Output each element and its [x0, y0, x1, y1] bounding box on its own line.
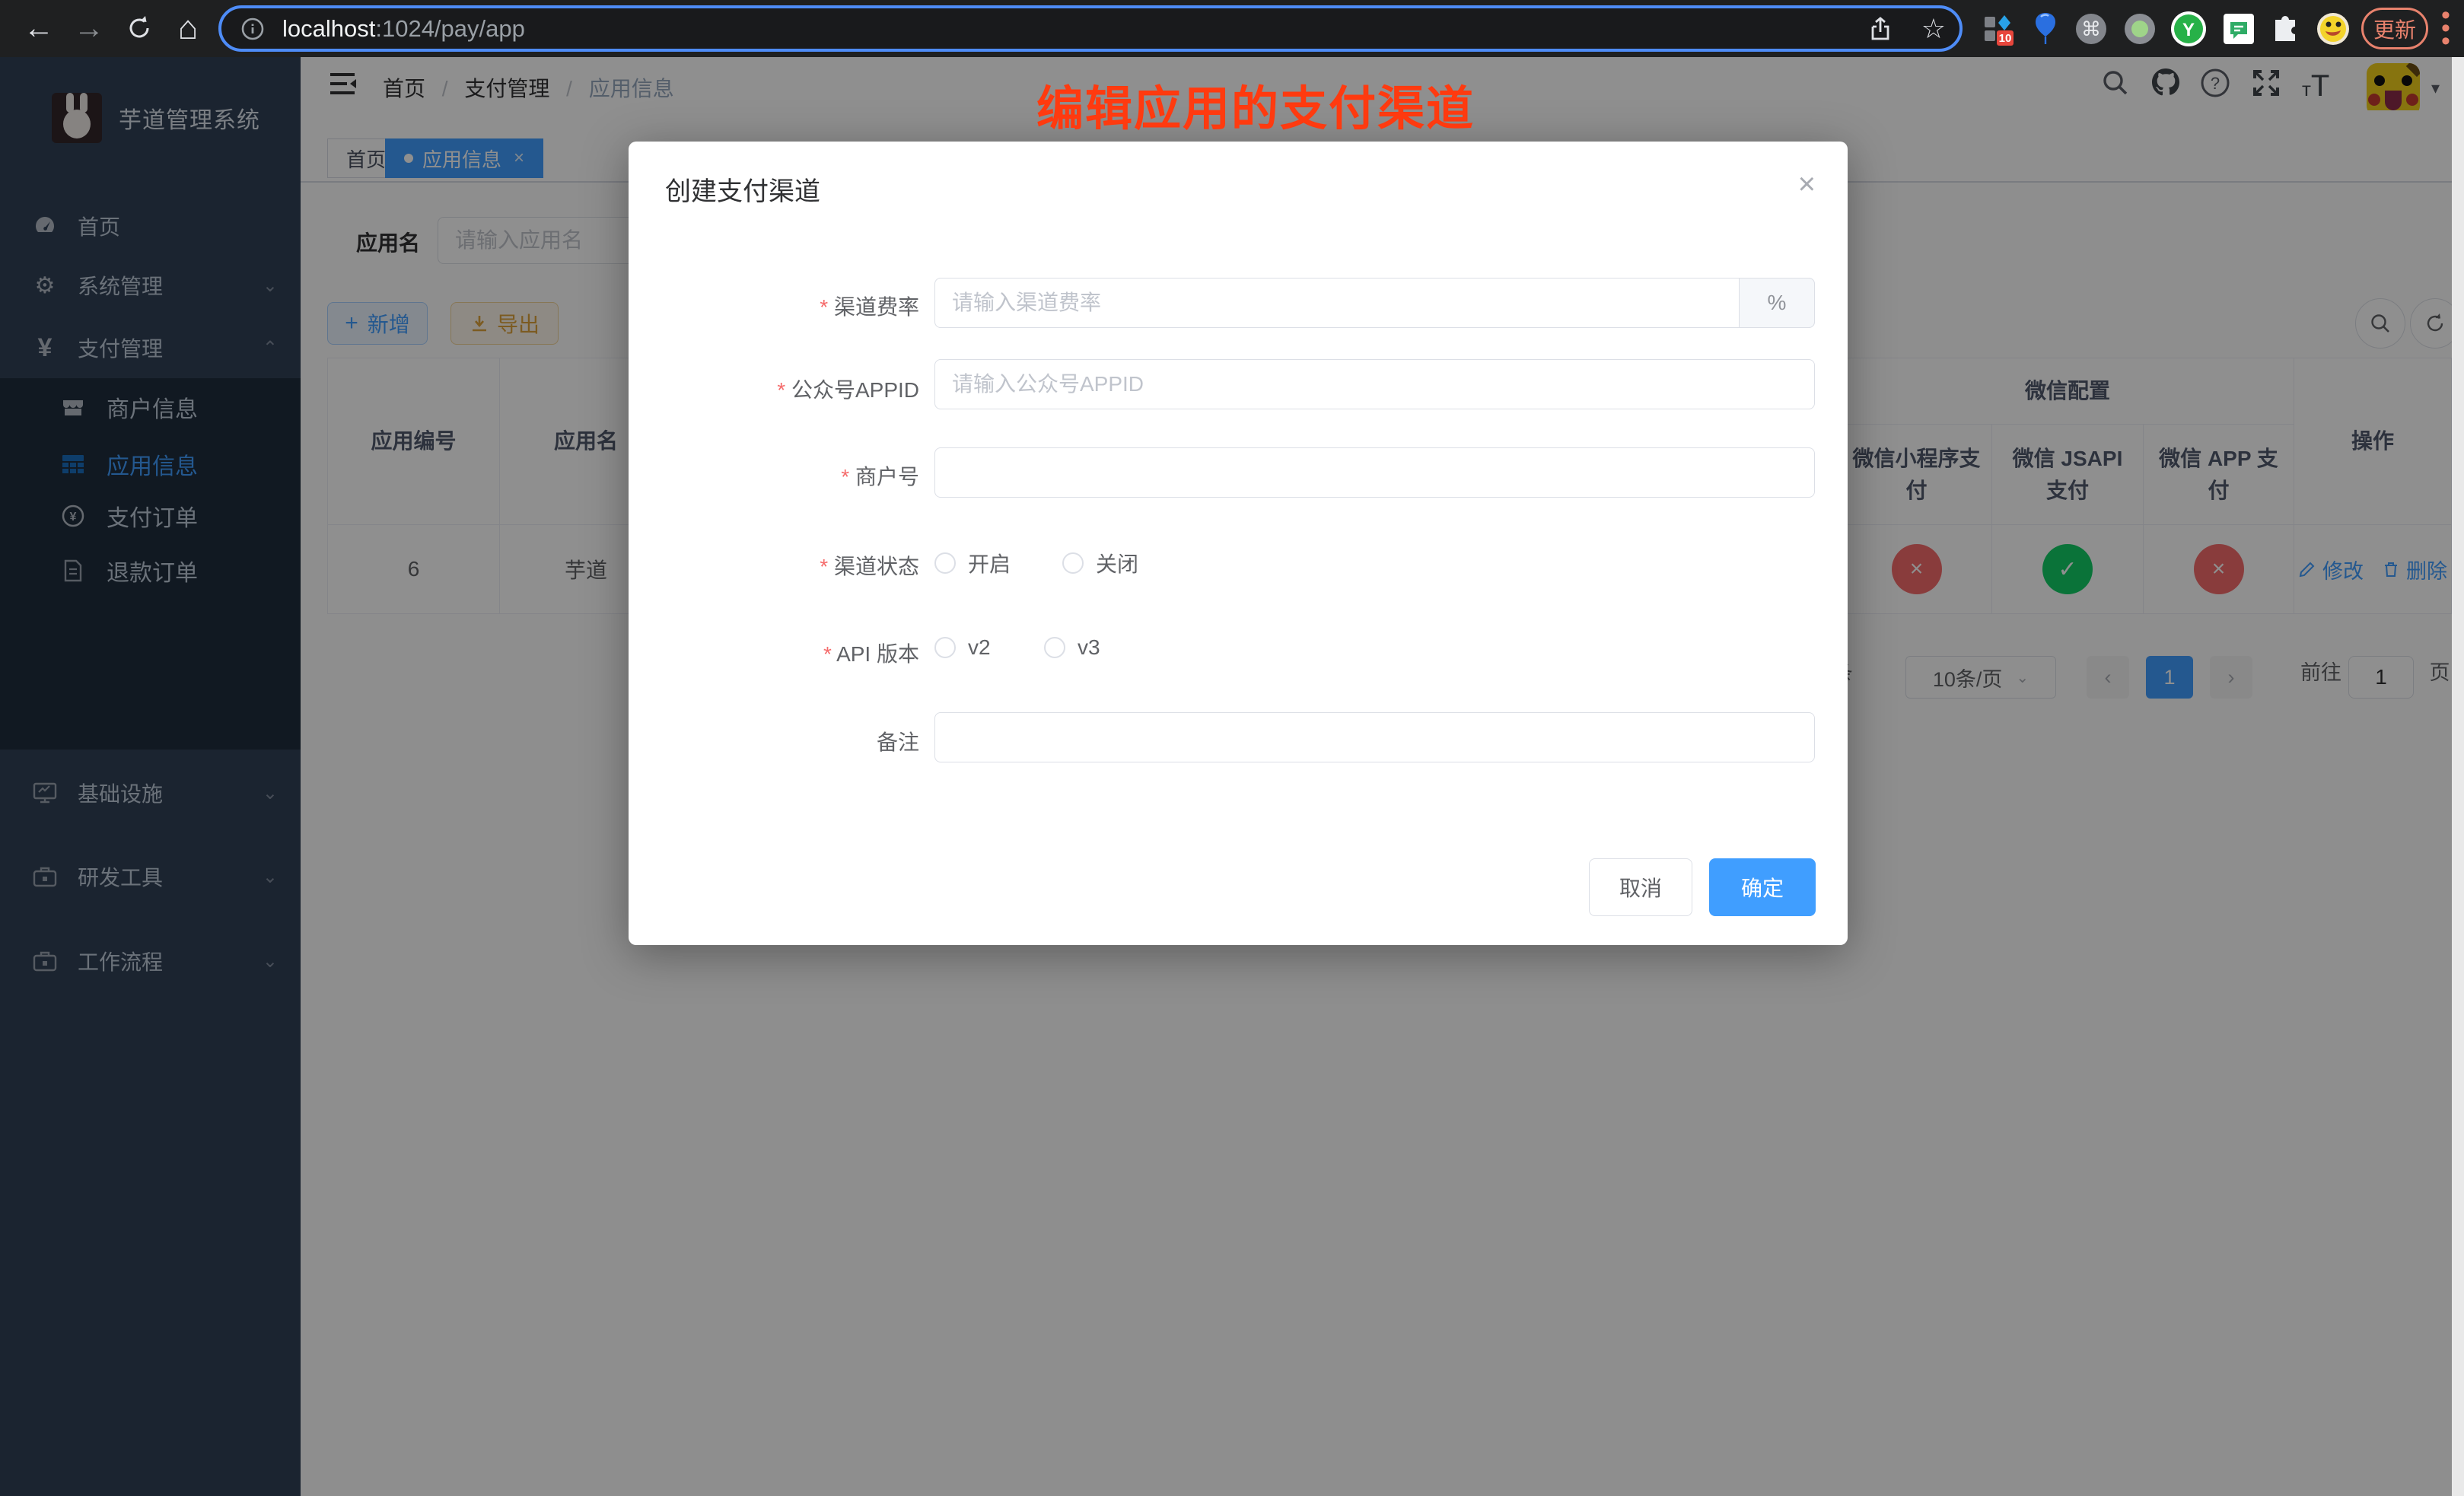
- merchant-input[interactable]: [934, 447, 1815, 498]
- url-bar[interactable]: localhost:1024/pay/app ☆: [218, 5, 1963, 52]
- ext-balloon-icon[interactable]: [2026, 9, 2065, 49]
- urlbar-actions: ☆: [1868, 13, 1946, 45]
- close-icon[interactable]: ×: [1798, 167, 1816, 202]
- radio-circle-icon: [934, 637, 956, 658]
- radio-api-v3[interactable]: v3: [1044, 635, 1100, 660]
- reload-icon: [126, 14, 153, 42]
- confirm-button[interactable]: 确定: [1709, 858, 1816, 916]
- info-icon: [240, 16, 266, 42]
- ext-command-icon[interactable]: ⌘: [2071, 9, 2111, 49]
- url-text: localhost:1024/pay/app: [282, 15, 525, 43]
- scrollbar[interactable]: [2452, 57, 2464, 1496]
- remark-label: 备注: [645, 726, 919, 756]
- radio-label: 开启: [968, 548, 1011, 578]
- remark-input[interactable]: [934, 712, 1815, 762]
- ext-dot-icon[interactable]: [2120, 9, 2160, 49]
- radio-status-open[interactable]: 开启: [934, 548, 1011, 578]
- merchant-label: 商户号: [645, 460, 919, 491]
- reload-button[interactable]: [117, 6, 161, 50]
- svg-text:Y: Y: [2182, 20, 2195, 40]
- status-label: 渠道状态: [645, 550, 919, 581]
- ext-puzzle-icon[interactable]: [2266, 9, 2306, 49]
- radio-label: v3: [1078, 635, 1100, 660]
- share-icon[interactable]: [1868, 16, 1893, 42]
- ext-emoji-icon[interactable]: [2313, 9, 2353, 49]
- appid-input[interactable]: [934, 359, 1815, 409]
- ext-tasks-icon[interactable]: 10: [1979, 9, 2018, 49]
- browser-chrome: ← → ⌂ localhost:1024/pay/app ☆ 10 ⌘: [0, 0, 2464, 57]
- cancel-label: 取消: [1619, 872, 1662, 902]
- radio-circle-icon: [1062, 552, 1084, 574]
- screen: 芋道管理系统 首页 ⚙ 系统管理 ⌄ ¥ 支付管理 ⌃ 商户信息: [0, 0, 2464, 1496]
- home-button[interactable]: ⌂: [166, 6, 210, 50]
- radio-api-v2[interactable]: v2: [934, 635, 991, 660]
- svg-text:⌘: ⌘: [2081, 18, 2101, 40]
- radio-circle-icon: [1044, 637, 1065, 658]
- ext-chat-icon[interactable]: [2219, 9, 2259, 49]
- radio-label: v2: [968, 635, 991, 660]
- rate-input[interactable]: [934, 278, 1815, 328]
- api-version-label: API 版本: [645, 638, 919, 668]
- svg-text:10: 10: [1999, 32, 2012, 45]
- browser-menu-icon[interactable]: •••: [2438, 9, 2453, 48]
- radio-label: 关闭: [1096, 548, 1138, 578]
- dialog-title: 创建支付渠道: [665, 170, 820, 208]
- forward-button[interactable]: →: [67, 6, 111, 50]
- confirm-label: 确定: [1741, 872, 1784, 902]
- back-button[interactable]: ←: [17, 6, 61, 50]
- cancel-button[interactable]: 取消: [1589, 858, 1692, 916]
- annotation-text: 编辑应用的支付渠道: [966, 70, 1545, 138]
- update-label: 更新: [2373, 14, 2416, 44]
- ext-y-icon[interactable]: Y: [2169, 9, 2208, 49]
- radio-circle-icon: [934, 552, 956, 574]
- update-button[interactable]: 更新: [2361, 8, 2428, 49]
- appid-label: 公众号APPID: [645, 374, 919, 404]
- bookmark-star-icon[interactable]: ☆: [1921, 13, 1946, 45]
- create-channel-dialog: 创建支付渠道 × 渠道费率 % 公众号APPID 商户号 渠道状态 开启 关闭 …: [629, 142, 1848, 945]
- radio-status-closed[interactable]: 关闭: [1062, 548, 1138, 578]
- rate-label: 渠道费率: [645, 291, 919, 321]
- percent-suffix: %: [1739, 278, 1815, 328]
